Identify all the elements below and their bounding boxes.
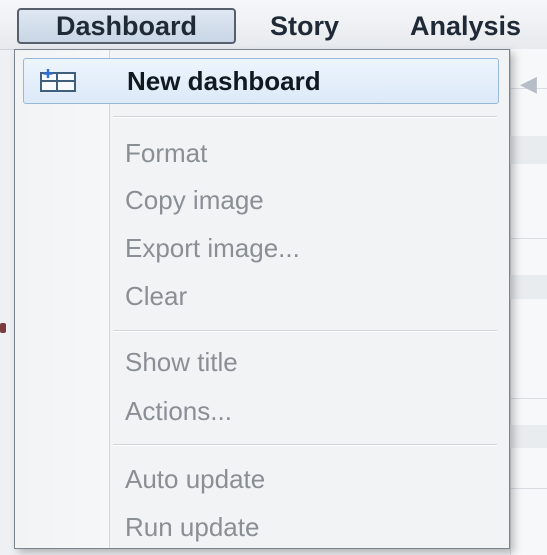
menu-item-auto-update[interactable]: Auto update bbox=[15, 460, 509, 498]
menu-item-show-title[interactable]: Show title bbox=[15, 343, 509, 381]
menu-item-label: Show title bbox=[125, 347, 238, 377]
dashboard-dropdown-menu: New dashboard Format Copy image Export i… bbox=[14, 49, 510, 549]
menu-item-label: Export image... bbox=[125, 233, 300, 263]
menu-item-copy-image[interactable]: Copy image bbox=[15, 181, 509, 219]
menu-item-export-image[interactable]: Export image... bbox=[15, 229, 509, 267]
menu-item-actions[interactable]: Actions... bbox=[15, 392, 509, 430]
menu-story[interactable]: Story bbox=[270, 8, 339, 44]
background-divider bbox=[510, 398, 547, 399]
toolbar-arrow-icon: ◀ bbox=[520, 71, 537, 96]
menu-analysis[interactable]: Analysis bbox=[410, 8, 521, 44]
menu-separator bbox=[113, 330, 497, 332]
menu-item-run-update[interactable]: Run update bbox=[15, 508, 509, 546]
background-band bbox=[510, 425, 547, 448]
menu-separator bbox=[113, 444, 497, 446]
menu-separator bbox=[113, 116, 497, 118]
menu-item-label: Run update bbox=[125, 512, 260, 542]
menu-item-label: Auto update bbox=[125, 464, 266, 494]
menu-item-clear[interactable]: Clear bbox=[15, 277, 509, 315]
new-dashboard-icon bbox=[40, 69, 76, 92]
background-divider bbox=[510, 488, 547, 489]
background-band bbox=[510, 275, 547, 299]
app-window: Dashboard Story Analysis ◀ New dashboard… bbox=[0, 0, 547, 555]
menu-item-new-dashboard[interactable]: New dashboard bbox=[23, 58, 499, 104]
menu-item-label: Clear bbox=[125, 281, 188, 311]
background-divider bbox=[510, 238, 547, 239]
background-panel bbox=[510, 49, 547, 555]
menu-item-format[interactable]: Format bbox=[15, 134, 509, 172]
menu-item-label: Format bbox=[125, 138, 208, 168]
background-band bbox=[510, 136, 547, 164]
menu-item-label: Actions... bbox=[125, 396, 232, 426]
background-marker bbox=[0, 323, 6, 333]
menu-bar: Dashboard Story Analysis bbox=[0, 0, 547, 50]
menu-item-label: New dashboard bbox=[127, 66, 321, 96]
menu-item-label: Copy image bbox=[125, 185, 264, 215]
menu-dashboard[interactable]: Dashboard bbox=[17, 8, 236, 44]
